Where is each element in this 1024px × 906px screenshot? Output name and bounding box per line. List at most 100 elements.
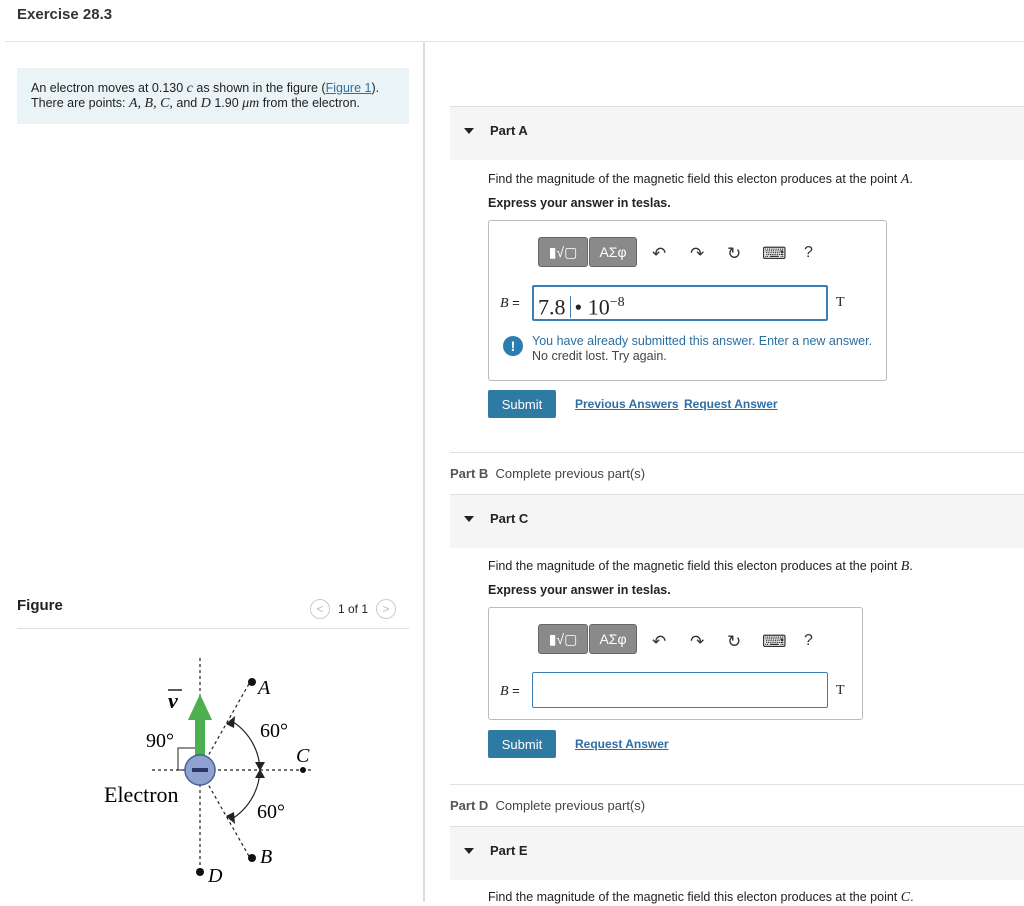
- equals-sign: =: [508, 683, 520, 698]
- text-cursor: [569, 296, 571, 319]
- header-divider: [5, 41, 1024, 42]
- multiply-dot: •: [574, 294, 583, 320]
- label-60-top: 60°: [260, 720, 288, 742]
- collapse-chevron-icon[interactable]: [464, 128, 474, 134]
- unit-label: T: [836, 683, 845, 698]
- part-e-prompt: Find the magnitude of the magnetic field…: [488, 890, 914, 906]
- answer-variable-label: B =: [500, 683, 520, 700]
- electron-figure[interactable]: A B C D v 90° Electron 60° 60°: [100, 650, 340, 890]
- problem-text: as shown in the figure (: [192, 81, 326, 95]
- equals-sign: =: [508, 295, 520, 310]
- part-c-answer-box: ▮√▢ ΑΣφ ↶ ↷ ↻ ⌨ ? B = T: [488, 607, 863, 720]
- collapse-chevron-icon[interactable]: [464, 516, 474, 522]
- next-figure-button[interactable]: >: [376, 599, 397, 619]
- problem-text: ).: [371, 81, 380, 95]
- figure-pager: < 1 of 1 >: [310, 597, 397, 621]
- part-e-header[interactable]: Part E: [450, 826, 1024, 880]
- part-a-submit-button[interactable]: Submit: [488, 390, 556, 418]
- problem-statement: An electron moves at 0.130 c as shown in…: [17, 68, 409, 124]
- variable-symbol: B: [500, 684, 509, 699]
- label-v: v: [168, 688, 178, 713]
- part-a-label: Part A: [490, 123, 528, 138]
- distance-unit: μm: [242, 96, 260, 111]
- part-c-request-answer-link[interactable]: Request Answer: [575, 737, 669, 751]
- label-c: C: [296, 745, 310, 767]
- part-c-prompt: Find the magnitude of the magnetic field…: [488, 559, 913, 575]
- part-divider: [450, 452, 1024, 453]
- distance-value: 1.90: [210, 96, 243, 110]
- keyboard-icon[interactable]: ⌨: [762, 244, 787, 264]
- velocity-arrow-head: [188, 694, 212, 720]
- page-title: Exercise 28.3: [17, 6, 113, 23]
- problem-text: from the electron.: [259, 96, 361, 110]
- problem-line-2: There are points: A, B, C, and D 1.90 μm…: [31, 96, 395, 111]
- part-a-header[interactable]: Part A: [450, 106, 1024, 160]
- undo-icon[interactable]: ↶: [652, 632, 666, 652]
- part-c-answer-input[interactable]: [532, 672, 828, 708]
- keyboard-icon[interactable]: ⌨: [762, 632, 787, 652]
- unit-label: T: [836, 295, 845, 310]
- point-c-dot: [300, 767, 306, 773]
- velocity-arrow-shaft: [195, 715, 205, 757]
- warning-line-2: No credit lost. Try again.: [532, 349, 667, 363]
- label-b: B: [260, 846, 272, 868]
- collapse-chevron-icon[interactable]: [464, 848, 474, 854]
- label-a: A: [256, 677, 271, 699]
- label-60-bottom: 60°: [257, 801, 285, 823]
- part-a-answer-box: ▮√▢ ΑΣφ ↶ ↷ ↻ ⌨ ? B = 7.8 • 10−8 T ! You …: [488, 220, 887, 381]
- help-icon[interactable]: ?: [804, 244, 813, 262]
- problem-text: and: [172, 96, 201, 110]
- redo-icon[interactable]: ↷: [690, 632, 704, 652]
- pane-splitter[interactable]: [423, 42, 425, 902]
- part-b-label: Part B: [450, 466, 489, 481]
- prompt-point: C: [900, 890, 911, 905]
- part-b-row: Part B Complete previous part(s): [450, 466, 645, 481]
- negative-sign: [192, 768, 208, 772]
- figure-heading: Figure: [17, 597, 63, 614]
- point-d-dot: [196, 868, 204, 876]
- answer-exponent: −8: [609, 295, 625, 310]
- part-d-status: Complete previous part(s): [495, 798, 646, 813]
- part-a-instruction: Express your answer in teslas.: [488, 196, 671, 210]
- part-d-label: Part D: [450, 798, 489, 813]
- part-c-instruction: Express your answer in teslas.: [488, 583, 671, 597]
- problem-line-1: An electron moves at 0.130 c as shown in…: [31, 81, 395, 96]
- label-90-degrees: 90°: [146, 730, 174, 752]
- redo-icon[interactable]: ↷: [690, 244, 704, 264]
- figure-page-count: 1 of 1: [338, 602, 369, 616]
- undo-icon[interactable]: ↶: [652, 244, 666, 264]
- answer-base: 10: [587, 294, 610, 320]
- part-divider: [450, 784, 1024, 785]
- prompt-text: Find the magnitude of the magnetic field…: [488, 172, 901, 186]
- templates-button[interactable]: ▮√▢: [538, 624, 588, 654]
- answer-variable-label: B =: [500, 295, 520, 312]
- part-d-row: Part D Complete previous part(s): [450, 798, 645, 813]
- part-a-answer-input[interactable]: 7.8 • 10−8: [532, 285, 828, 321]
- reset-icon[interactable]: ↻: [727, 244, 741, 264]
- warning-line-1: You have already submitted this answer. …: [532, 334, 873, 348]
- part-e-label: Part E: [490, 843, 528, 858]
- part-c-submit-button[interactable]: Submit: [488, 730, 556, 758]
- point-b-dot: [248, 854, 256, 862]
- point-d-symbol: D: [200, 96, 211, 111]
- prompt-text: .: [909, 559, 913, 573]
- problem-text: An electron moves at 0.130: [31, 81, 184, 95]
- problem-text: There are points:: [31, 96, 129, 110]
- submission-warning: ! You have already submitted this answer…: [503, 334, 883, 364]
- figure-link[interactable]: Figure 1: [326, 81, 372, 95]
- part-a-prompt: Find the magnitude of the magnetic field…: [488, 172, 913, 188]
- part-b-status: Complete previous part(s): [495, 466, 646, 481]
- templates-button[interactable]: ▮√▢: [538, 237, 588, 267]
- label-electron: Electron: [104, 782, 179, 807]
- points-symbols: A, B, C,: [128, 96, 173, 111]
- reset-icon[interactable]: ↻: [727, 632, 741, 652]
- part-a-request-answer-link[interactable]: Request Answer: [684, 397, 778, 411]
- prev-figure-button[interactable]: <: [310, 599, 330, 619]
- greek-symbols-button[interactable]: ΑΣφ: [589, 237, 637, 267]
- variable-symbol: B: [500, 296, 509, 311]
- help-icon[interactable]: ?: [804, 632, 813, 650]
- part-c-header[interactable]: Part C: [450, 494, 1024, 548]
- label-d: D: [207, 865, 223, 887]
- previous-answers-link[interactable]: Previous Answers: [575, 397, 679, 411]
- greek-symbols-button[interactable]: ΑΣφ: [589, 624, 637, 654]
